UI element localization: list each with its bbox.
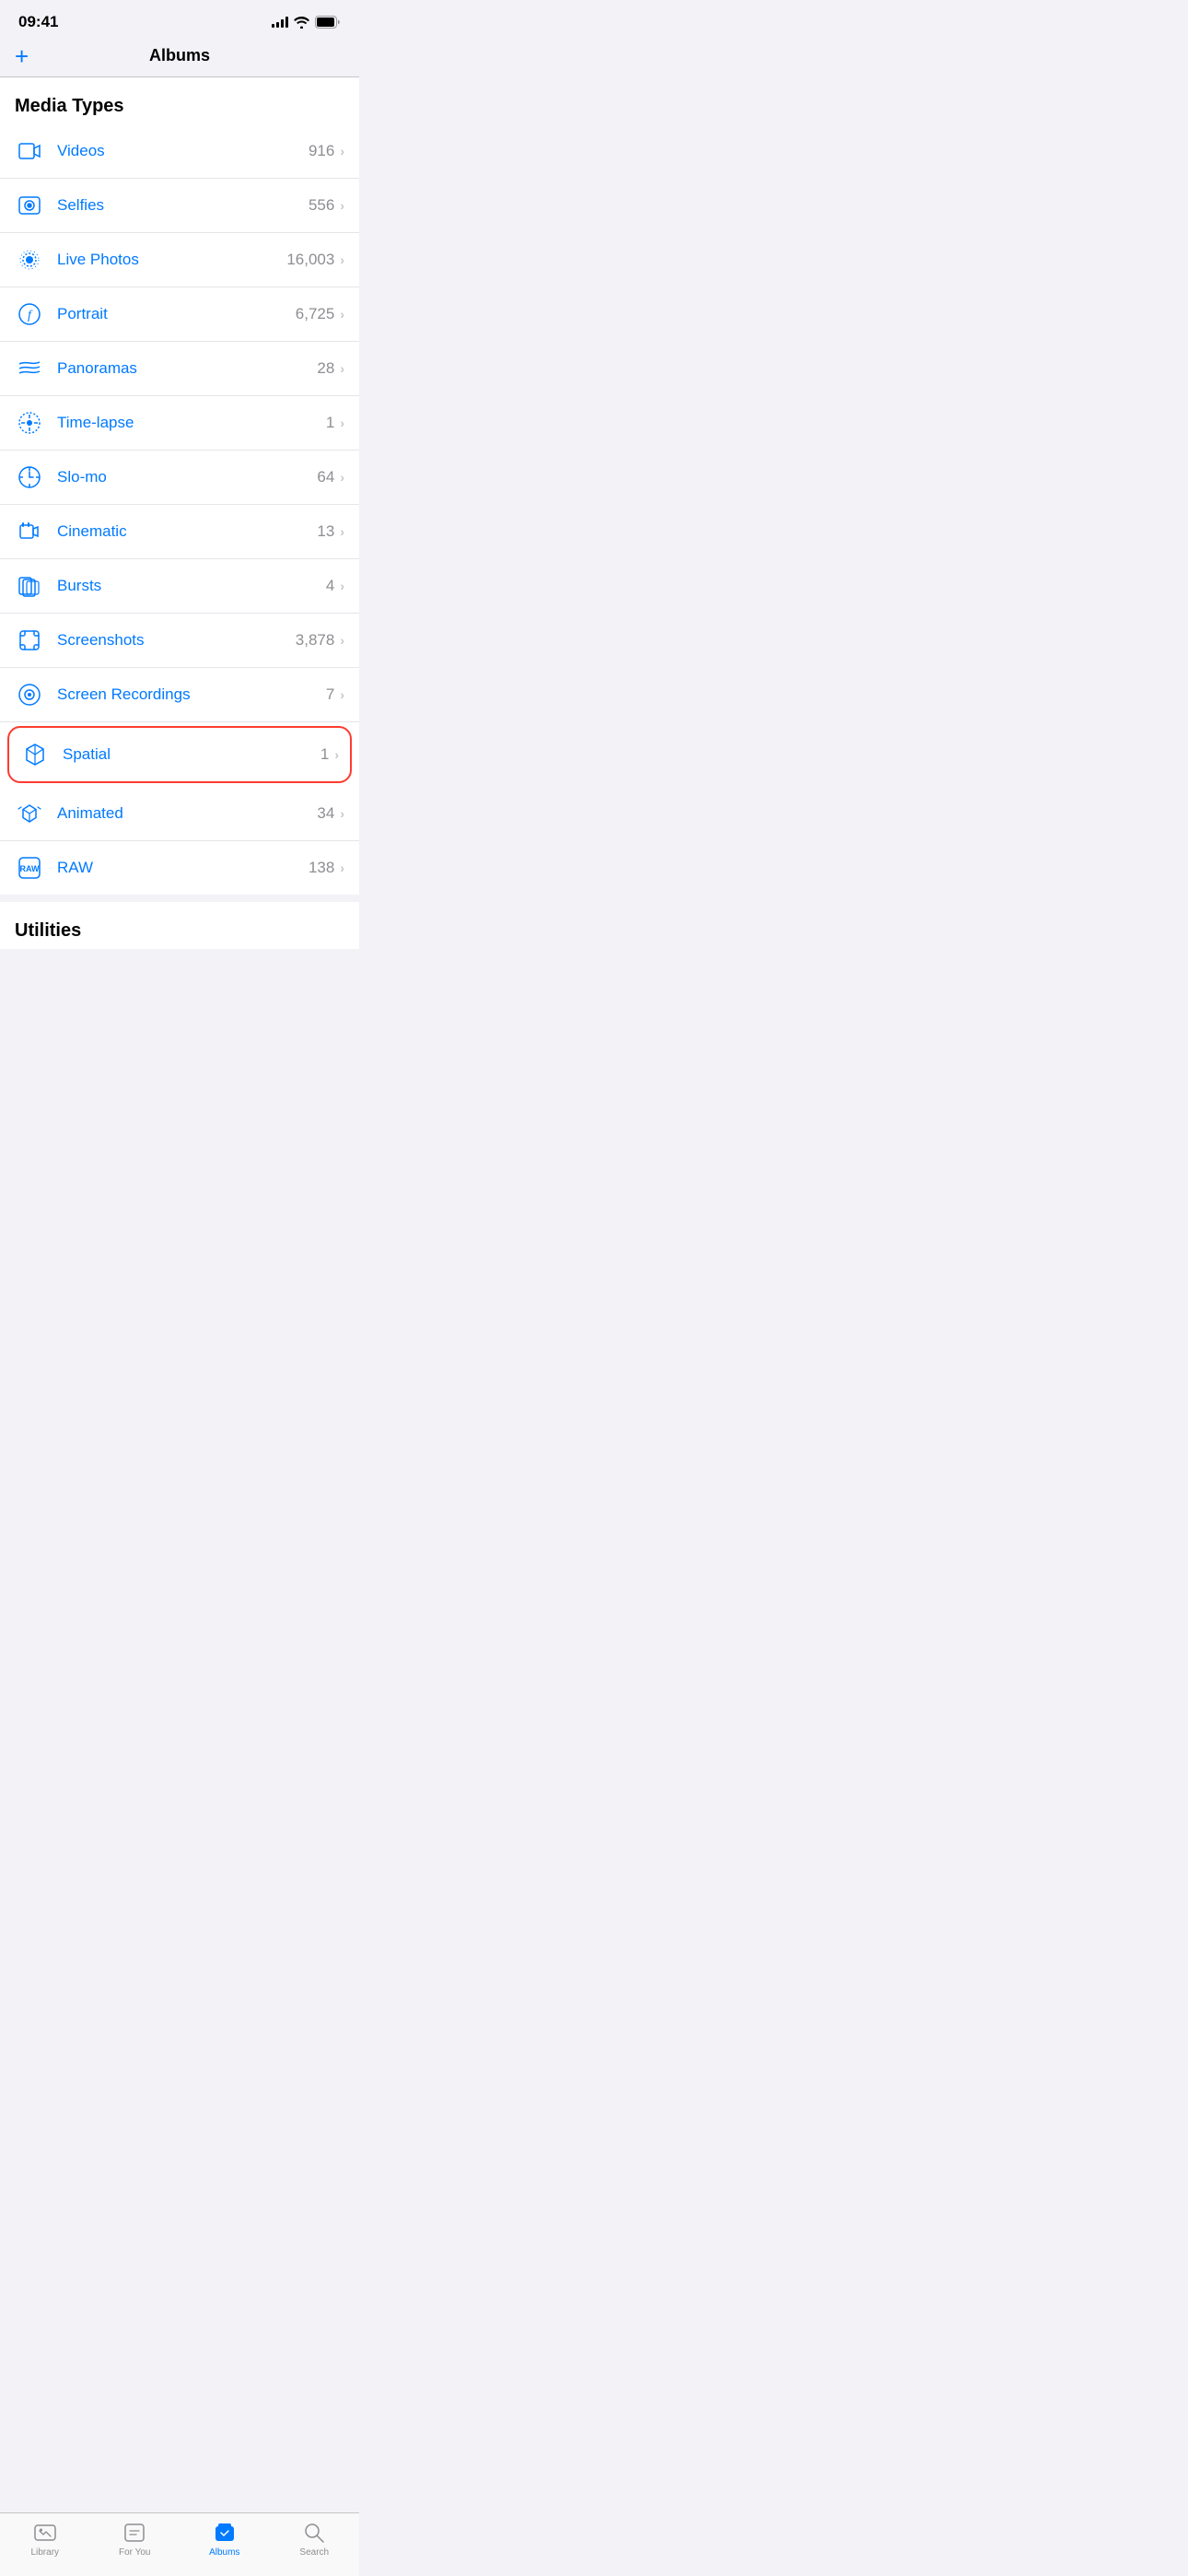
screenrecordings-chevron: › bbox=[340, 687, 344, 702]
screenshots-count: 3,878 bbox=[296, 631, 335, 650]
screenshots-icon bbox=[15, 626, 44, 655]
foryou-tab-icon bbox=[122, 2521, 146, 2545]
screenrecordings-count: 7 bbox=[326, 685, 334, 704]
screenshots-label: Screenshots bbox=[57, 631, 296, 650]
list-item-selfies[interactable]: Selfies 556 › bbox=[0, 179, 359, 233]
list-item-timelapse[interactable]: Time-lapse 1 › bbox=[0, 396, 359, 451]
list-item-cinematic[interactable]: Cinematic 13 › bbox=[0, 505, 359, 559]
cinematic-label: Cinematic bbox=[57, 522, 317, 541]
portrait-label: Portrait bbox=[57, 305, 296, 323]
list-item-portrait[interactable]: f Portrait 6,725 › bbox=[0, 287, 359, 342]
portrait-count: 6,725 bbox=[296, 305, 335, 323]
bursts-chevron: › bbox=[340, 579, 344, 593]
list-item-slomo[interactable]: Slo-mo 64 › bbox=[0, 451, 359, 505]
spatial-chevron: › bbox=[334, 747, 339, 762]
status-icons bbox=[272, 16, 341, 29]
portrait-icon: f bbox=[15, 299, 44, 329]
raw-chevron: › bbox=[340, 861, 344, 875]
wifi-icon bbox=[294, 17, 309, 29]
bursts-label: Bursts bbox=[57, 577, 326, 595]
selfies-chevron: › bbox=[340, 198, 344, 213]
videos-label: Videos bbox=[57, 142, 309, 160]
tab-library[interactable]: Library bbox=[0, 2521, 90, 2558]
content-area: Media Types Videos 916 › Selfies 556 › bbox=[0, 77, 359, 949]
search-tab-label: Search bbox=[299, 2547, 329, 2558]
list-item-screenshots[interactable]: Screenshots 3,878 › bbox=[0, 614, 359, 668]
selfies-icon bbox=[15, 191, 44, 220]
slomo-label: Slo-mo bbox=[57, 468, 317, 486]
nav-bar: + Albums bbox=[0, 39, 359, 77]
slomo-icon bbox=[15, 463, 44, 492]
screenrecordings-label: Screen Recordings bbox=[57, 685, 326, 704]
timelapse-count: 1 bbox=[326, 414, 334, 432]
list-item-screenrecordings[interactable]: Screen Recordings 7 › bbox=[0, 668, 359, 722]
albums-tab-icon bbox=[213, 2521, 237, 2545]
timelapse-chevron: › bbox=[340, 416, 344, 430]
media-types-title: Media Types bbox=[15, 96, 124, 116]
list-item-animated[interactable]: Animated 34 › bbox=[0, 787, 359, 841]
portrait-chevron: › bbox=[340, 307, 344, 322]
list-item-videos[interactable]: Videos 916 › bbox=[0, 124, 359, 179]
foryou-tab-label: For You bbox=[119, 2547, 150, 2558]
animated-icon bbox=[15, 799, 44, 828]
tab-albums[interactable]: Albums bbox=[180, 2521, 270, 2558]
selfies-count: 556 bbox=[309, 196, 334, 215]
bursts-icon bbox=[15, 571, 44, 601]
raw-label: RAW bbox=[57, 859, 309, 877]
spatial-label: Spatial bbox=[63, 745, 320, 764]
list-item-panoramas[interactable]: Panoramas 28 › bbox=[0, 342, 359, 396]
timelapse-label: Time-lapse bbox=[57, 414, 326, 432]
status-time: 09:41 bbox=[18, 13, 58, 31]
add-button[interactable]: + bbox=[15, 44, 29, 68]
battery-icon bbox=[315, 16, 341, 29]
panoramas-label: Panoramas bbox=[57, 359, 317, 378]
raw-count: 138 bbox=[309, 859, 334, 877]
panoramas-count: 28 bbox=[317, 359, 334, 378]
list-item-bursts[interactable]: Bursts 4 › bbox=[0, 559, 359, 614]
livephotos-icon bbox=[15, 245, 44, 275]
cinematic-chevron: › bbox=[340, 524, 344, 539]
utilities-title: Utilities bbox=[15, 920, 81, 941]
spatial-count: 1 bbox=[320, 745, 329, 764]
status-bar: 09:41 bbox=[0, 0, 359, 39]
timelapse-icon bbox=[15, 408, 44, 438]
animated-chevron: › bbox=[340, 806, 344, 821]
screenshots-chevron: › bbox=[340, 633, 344, 648]
screenrecordings-icon bbox=[15, 680, 44, 709]
videos-count: 916 bbox=[309, 142, 334, 160]
panoramas-chevron: › bbox=[340, 361, 344, 376]
livephotos-label: Live Photos bbox=[57, 251, 286, 269]
library-tab-icon bbox=[33, 2521, 57, 2545]
livephotos-count: 16,003 bbox=[286, 251, 334, 269]
svg-text:RAW: RAW bbox=[20, 864, 41, 873]
bursts-count: 4 bbox=[326, 577, 334, 595]
slomo-count: 64 bbox=[317, 468, 334, 486]
media-types-section-header: Media Types bbox=[0, 77, 359, 124]
raw-icon: RAW bbox=[15, 853, 44, 883]
library-tab-label: Library bbox=[30, 2547, 59, 2558]
cinematic-icon bbox=[15, 517, 44, 546]
tab-foryou[interactable]: For You bbox=[90, 2521, 181, 2558]
tab-bar: Library For You Albums bbox=[0, 2512, 359, 2576]
albums-tab-label: Albums bbox=[209, 2547, 239, 2558]
livephotos-chevron: › bbox=[340, 252, 344, 267]
cinematic-count: 13 bbox=[317, 522, 334, 541]
page-title: Albums bbox=[149, 46, 210, 65]
selfies-label: Selfies bbox=[57, 196, 309, 215]
slomo-chevron: › bbox=[340, 470, 344, 485]
panoramas-icon bbox=[15, 354, 44, 383]
list-item-livephotos[interactable]: Live Photos 16,003 › bbox=[0, 233, 359, 287]
videos-chevron: › bbox=[340, 144, 344, 158]
spatial-icon bbox=[20, 740, 50, 769]
svg-text:f: f bbox=[28, 309, 33, 322]
videos-icon bbox=[15, 136, 44, 166]
animated-label: Animated bbox=[57, 804, 317, 823]
list-item-spatial[interactable]: Spatial 1 › bbox=[7, 726, 352, 783]
utilities-section-header: Utilities bbox=[0, 895, 359, 949]
search-tab-icon bbox=[302, 2521, 326, 2545]
animated-count: 34 bbox=[317, 804, 334, 823]
tab-search[interactable]: Search bbox=[270, 2521, 360, 2558]
list-item-raw[interactable]: RAW RAW 138 › bbox=[0, 841, 359, 895]
signal-icon bbox=[272, 17, 288, 28]
